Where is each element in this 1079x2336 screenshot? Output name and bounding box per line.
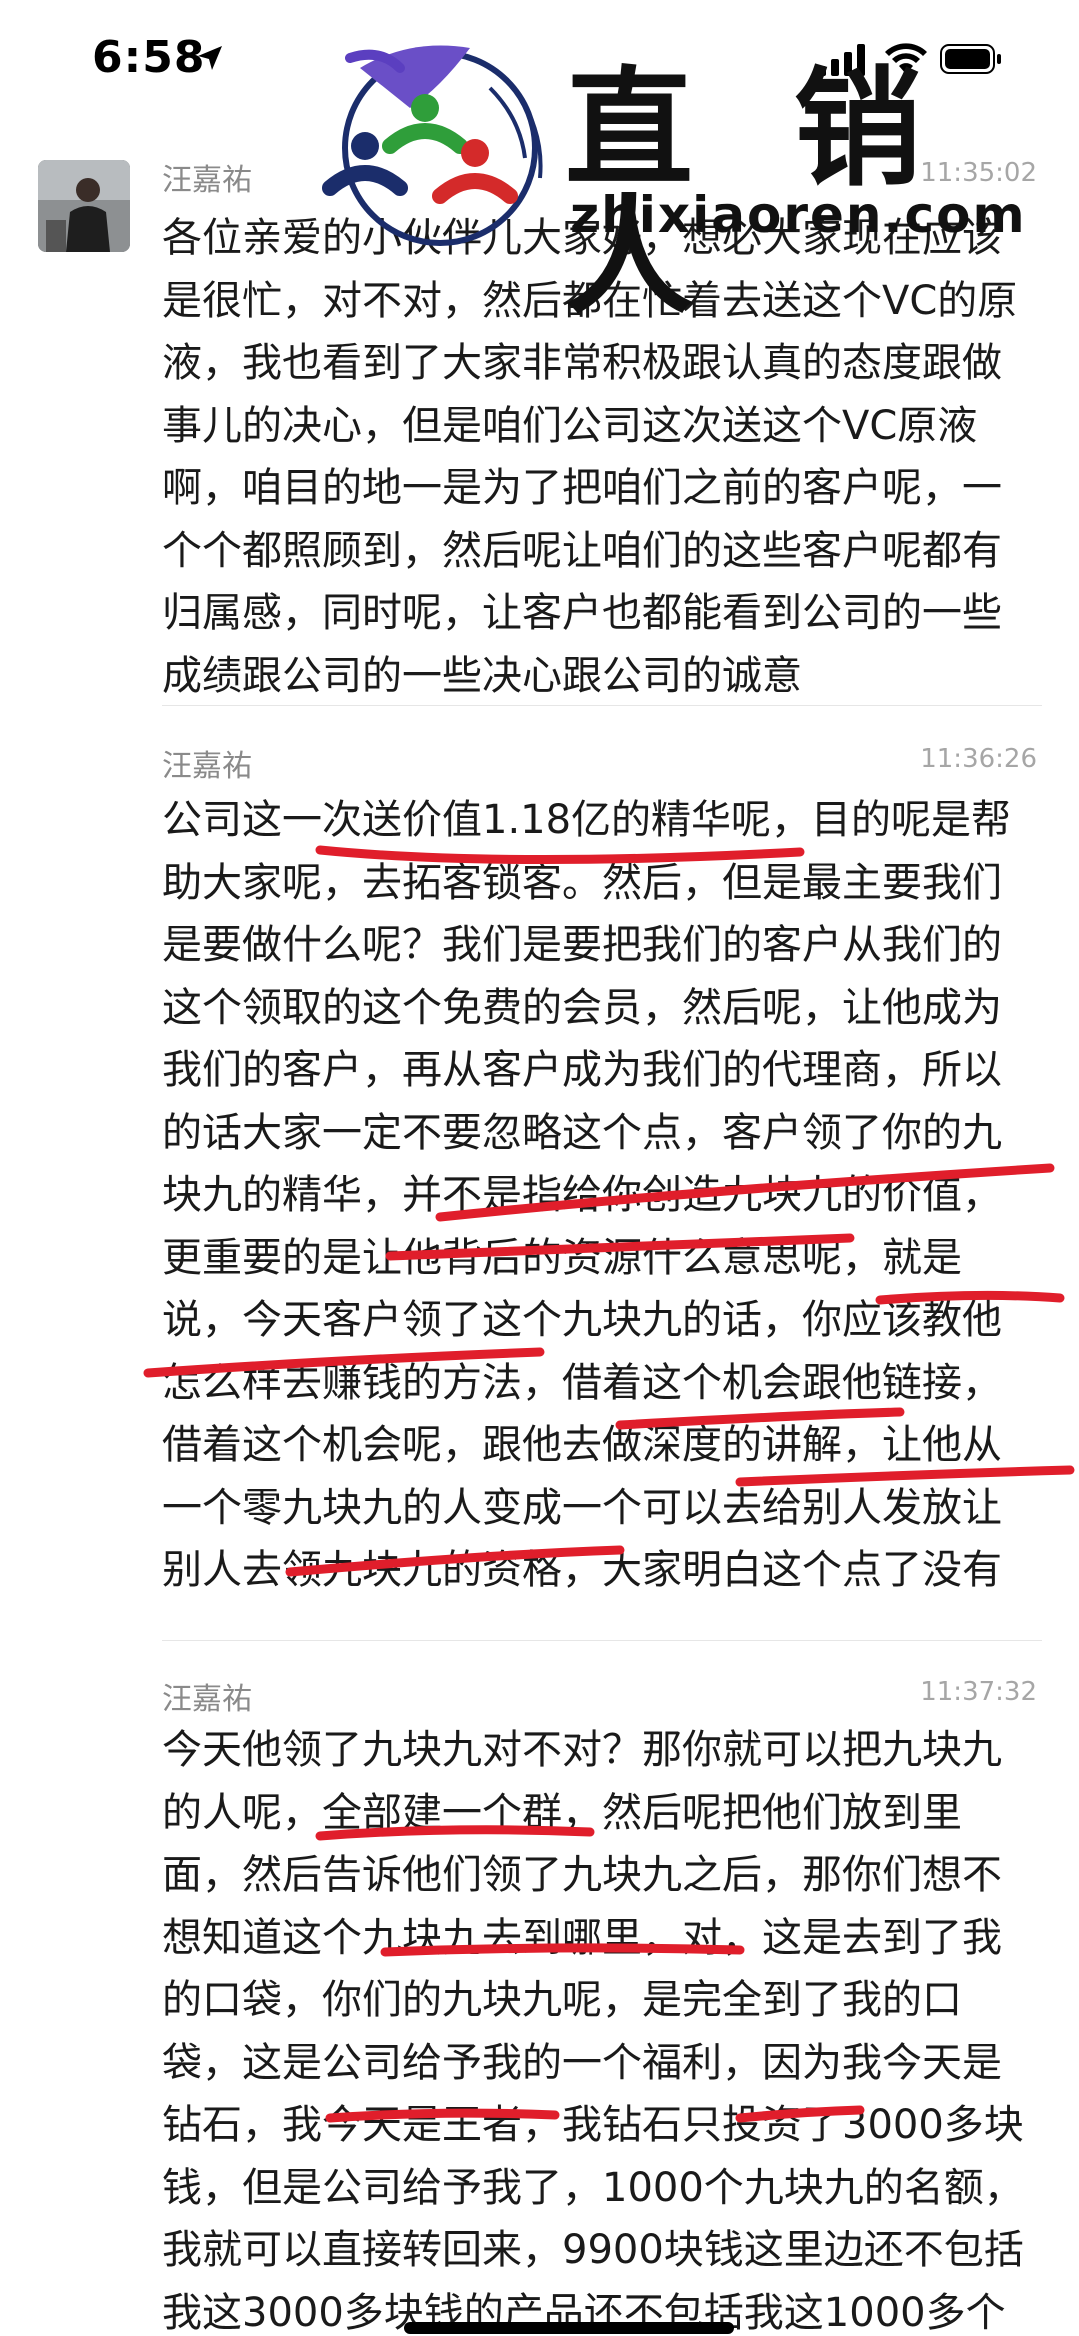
status-time: 6:58	[92, 32, 206, 83]
sender-name: 汪嘉祐	[162, 749, 252, 784]
divider	[162, 1640, 1042, 1641]
message-timestamp: 11:37:32	[920, 1677, 1037, 1707]
status-bar: 6:58	[0, 0, 1079, 120]
message-text[interactable]: 各位亲爱的小伙伴儿大家好，想必大家现在应该是很忙，对不对，然后都在忙着去送这个V…	[162, 207, 1032, 707]
avatar[interactable]	[38, 160, 130, 252]
sender-name: 汪嘉祐	[162, 163, 252, 198]
message-text[interactable]: 公司这一次送价值1.18亿的精华呢，目的呢是帮助大家呢，去拓客锁客。然后，但是最…	[162, 789, 1032, 1602]
message-timestamp: 11:35:02	[920, 158, 1037, 188]
home-indicator[interactable]	[404, 2322, 734, 2334]
location-arrow-icon	[198, 46, 222, 70]
wifi-icon	[885, 43, 927, 74]
cellular-signal-icon	[818, 44, 865, 76]
sender-name: 汪嘉祐	[162, 1682, 252, 1717]
divider	[162, 705, 1042, 706]
message-text[interactable]: 今天他领了九块九对不对？那你就可以把九块九的人呢，全部建一个群，然后呢把他们放到…	[162, 1719, 1032, 2336]
message-timestamp: 11:36:26	[920, 744, 1037, 774]
avatar-photo	[38, 160, 130, 252]
battery-icon	[940, 44, 1001, 74]
